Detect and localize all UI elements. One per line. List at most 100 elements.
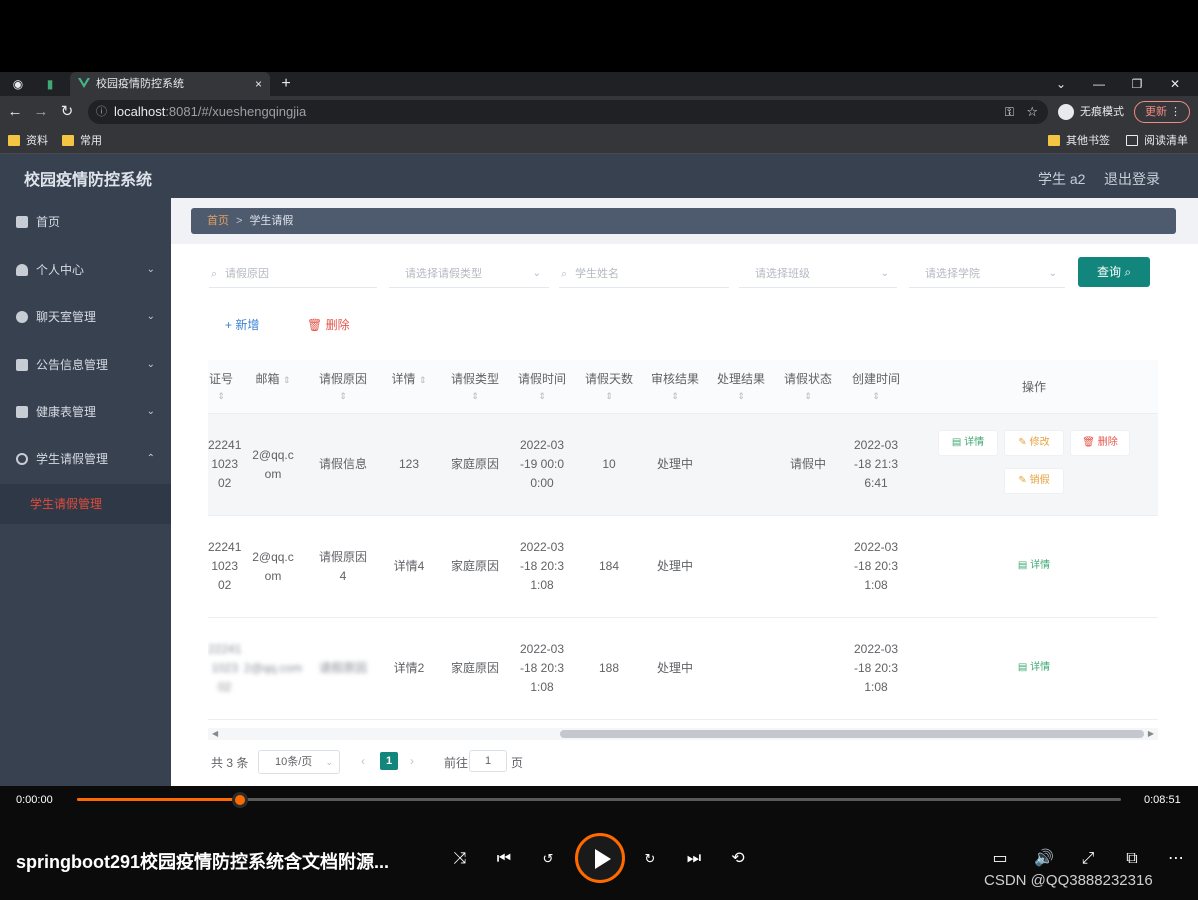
table-row[interactable]: 22241 1023 02 2@qq.com 请假原因 详情2 家庭原因 202… bbox=[208, 618, 1158, 720]
sidebar-subitem-leave-manage[interactable]: 学生请假管理 bbox=[0, 484, 171, 524]
search-icon: ⌕ bbox=[211, 268, 218, 280]
column-header[interactable]: 处理结果 ⇕ bbox=[708, 360, 774, 414]
new-tab-button[interactable]: + bbox=[278, 76, 294, 92]
detail-button[interactable]: ▤ 详情 bbox=[1004, 656, 1064, 682]
bookmark-folder[interactable]: 常用 bbox=[62, 133, 102, 149]
college-select[interactable]: 请选择学院 ⌄ bbox=[909, 260, 1065, 288]
play-button[interactable] bbox=[575, 833, 625, 883]
browser-tab-active[interactable]: 校园疫情防控系统 × bbox=[70, 72, 270, 96]
subtitles-icon[interactable]: ▭ bbox=[989, 848, 1011, 870]
column-header[interactable]: 审核结果 ⇕ bbox=[642, 360, 708, 414]
scroll-right-icon[interactable]: ▶ bbox=[1148, 728, 1154, 740]
horizontal-scrollbar[interactable]: ◀ ▶ bbox=[208, 728, 1158, 740]
cell-audit: 处理中 bbox=[656, 457, 693, 471]
page-number-active[interactable]: 1 bbox=[380, 752, 398, 770]
table-row[interactable]: 22241 1023 02 2@qq.c om 请假原因 4 详情4 家庭原因 … bbox=[208, 516, 1158, 618]
reading-list[interactable]: 阅读清单 bbox=[1126, 133, 1188, 149]
forward-30-icon[interactable]: ↻ bbox=[639, 848, 661, 870]
class-select[interactable]: 请选择班级 ⌄ bbox=[739, 260, 897, 288]
close-window-button[interactable]: ✕ bbox=[1167, 76, 1183, 92]
table-row[interactable]: 22241 1023 02 2@qq.c om 请假信息 123 家庭原因 20… bbox=[208, 414, 1158, 516]
restore-button[interactable]: ❐ bbox=[1129, 76, 1145, 92]
video-title: springboot291校园疫情防控系统含文档附源... bbox=[16, 852, 390, 872]
student-name-input[interactable]: ⌕ 学生姓名 bbox=[559, 260, 729, 288]
bookmark-folder[interactable]: 资料 bbox=[8, 133, 48, 149]
content-panel: ⌕ 请假原因 请选择请假类型 ⌄ ⌕ 学生姓名 请选择班级 ⌄ 请选择学院 ⌄ … bbox=[171, 244, 1198, 786]
header-label: 请假时间 bbox=[517, 372, 566, 386]
address-bar-row: ← → ↻ ⓘ localhost:8081/#/xueshengqingjia… bbox=[0, 96, 1198, 128]
column-header[interactable]: 请假状态 ⇕ bbox=[774, 360, 842, 414]
prev-page-icon[interactable]: ‹ bbox=[361, 754, 365, 768]
globe-icon[interactable]: ◉ bbox=[10, 76, 26, 92]
sidebar-item-chatroom[interactable]: 聊天室管理 ⌄ bbox=[0, 297, 171, 337]
query-button[interactable]: 查询 ⌕ bbox=[1078, 257, 1150, 287]
column-header[interactable]: 详情 ⇕ bbox=[376, 360, 442, 414]
sidebar-item-notice[interactable]: 公告信息管理 ⌄ bbox=[0, 345, 171, 385]
goto-page-input[interactable]: 1 bbox=[469, 750, 507, 772]
sidebar-item-home[interactable]: 首页 bbox=[0, 202, 171, 242]
add-button[interactable]: + 新增 bbox=[225, 316, 259, 333]
column-header[interactable]: 请假天数 ⇕ bbox=[576, 360, 642, 414]
shuffle-icon[interactable]: ⤨ bbox=[449, 848, 471, 870]
pagination-total: 共 3 条 bbox=[211, 756, 249, 770]
delete-row-button[interactable]: 🗑 删除 bbox=[1070, 430, 1130, 456]
breadcrumb-separator: > bbox=[236, 215, 243, 227]
star-icon[interactable]: ☆ bbox=[1026, 100, 1038, 124]
column-header[interactable]: 邮箱 ⇕ bbox=[238, 360, 308, 414]
previous-icon[interactable]: ⏮ bbox=[493, 848, 515, 870]
scrollbar-thumb[interactable] bbox=[560, 730, 1144, 738]
tab-search-icon[interactable]: ⌄ bbox=[1053, 76, 1069, 92]
volume-icon[interactable]: 🔊 bbox=[1033, 848, 1055, 870]
pinned-tab-icon[interactable]: ▮ bbox=[42, 76, 58, 92]
column-header[interactable]: 请假类型 ⇕ bbox=[442, 360, 508, 414]
key-icon[interactable]: ⚿ bbox=[1005, 100, 1014, 124]
sidebar-item-personal-center[interactable]: 个人中心 ⌄ bbox=[0, 250, 171, 290]
edit-button[interactable]: ✎ 修改 bbox=[1004, 430, 1064, 456]
more-icon[interactable]: ⋯ bbox=[1165, 848, 1187, 870]
sort-icon: ⇕ bbox=[418, 375, 427, 385]
next-page-icon[interactable]: › bbox=[410, 754, 414, 768]
video-player-controls: 0:00:00 0:08:51 springboot291校园疫情防控系统含文档… bbox=[0, 786, 1198, 900]
info-icon: ⓘ bbox=[96, 106, 107, 118]
search-icon: ⌕ bbox=[561, 268, 568, 280]
header-label: 请假类型 bbox=[450, 372, 499, 386]
reason-search-input[interactable]: ⌕ 请假原因 bbox=[209, 260, 377, 288]
reload-icon[interactable]: ↻ bbox=[58, 103, 76, 121]
logout-link[interactable]: 退出登录 bbox=[1104, 169, 1160, 189]
forward-icon[interactable]: → bbox=[32, 103, 50, 121]
screen: ◉ ▮ 校园疫情防控系统 × + ⌄ — ❐ ✕ ← → ↻ ⓘ localho… bbox=[0, 0, 1198, 900]
progress-knob[interactable] bbox=[231, 792, 248, 808]
back-icon[interactable]: ← bbox=[6, 103, 24, 121]
next-icon[interactable]: ⏭ bbox=[683, 848, 705, 870]
incognito-indicator[interactable]: 无痕模式 bbox=[1058, 100, 1124, 124]
cell-id: 22241 1023 02 bbox=[208, 540, 242, 592]
vue-logo-icon bbox=[78, 78, 90, 88]
sort-icon: ⇕ bbox=[339, 391, 347, 401]
breadcrumb-home[interactable]: 首页 bbox=[207, 215, 229, 227]
other-bookmarks[interactable]: 其他书签 bbox=[1048, 133, 1110, 149]
detail-button[interactable]: ▤ 详情 bbox=[1004, 554, 1064, 580]
detail-button[interactable]: ▤ 详情 bbox=[938, 430, 998, 456]
column-header[interactable]: 证号 ⇕ bbox=[208, 360, 234, 414]
url-input[interactable]: ⓘ localhost:8081/#/xueshengqingjia ⚿ ☆ bbox=[88, 100, 1048, 124]
progress-track[interactable] bbox=[77, 792, 1121, 808]
tab-close-icon[interactable]: × bbox=[255, 72, 262, 96]
page-size-select[interactable]: 10条/页 ⌄ bbox=[258, 750, 340, 774]
cancel-leave-button[interactable]: ✎ 销假 bbox=[1004, 468, 1064, 494]
rewind-icon[interactable]: ↺ bbox=[537, 848, 559, 870]
leave-type-select[interactable]: 请选择请假类型 ⌄ bbox=[389, 260, 549, 288]
sidebar-item-leave[interactable]: 学生请假管理 ⌃ bbox=[0, 439, 171, 479]
fullscreen-icon[interactable]: ⤢ bbox=[1077, 848, 1099, 870]
delete-button[interactable]: 🗑 删除 bbox=[307, 316, 350, 333]
repeat-off-icon[interactable]: ⟲ bbox=[727, 848, 749, 870]
minimize-button[interactable]: — bbox=[1091, 76, 1107, 92]
update-button[interactable]: 更新 ⋮ bbox=[1134, 101, 1190, 123]
column-header[interactable]: 请假原因 ⇕ bbox=[310, 360, 376, 414]
header-label: 邮箱 bbox=[255, 372, 280, 386]
chevron-down-icon: ⌄ bbox=[146, 406, 155, 417]
scroll-left-icon[interactable]: ◀ bbox=[212, 728, 218, 740]
column-header[interactable]: 创建时间 ⇕ bbox=[842, 360, 910, 414]
sidebar-item-health[interactable]: 健康表管理 ⌄ bbox=[0, 392, 171, 432]
column-header[interactable]: 请假时间 ⇕ bbox=[508, 360, 576, 414]
pip-icon[interactable]: ⧉ bbox=[1121, 848, 1143, 870]
